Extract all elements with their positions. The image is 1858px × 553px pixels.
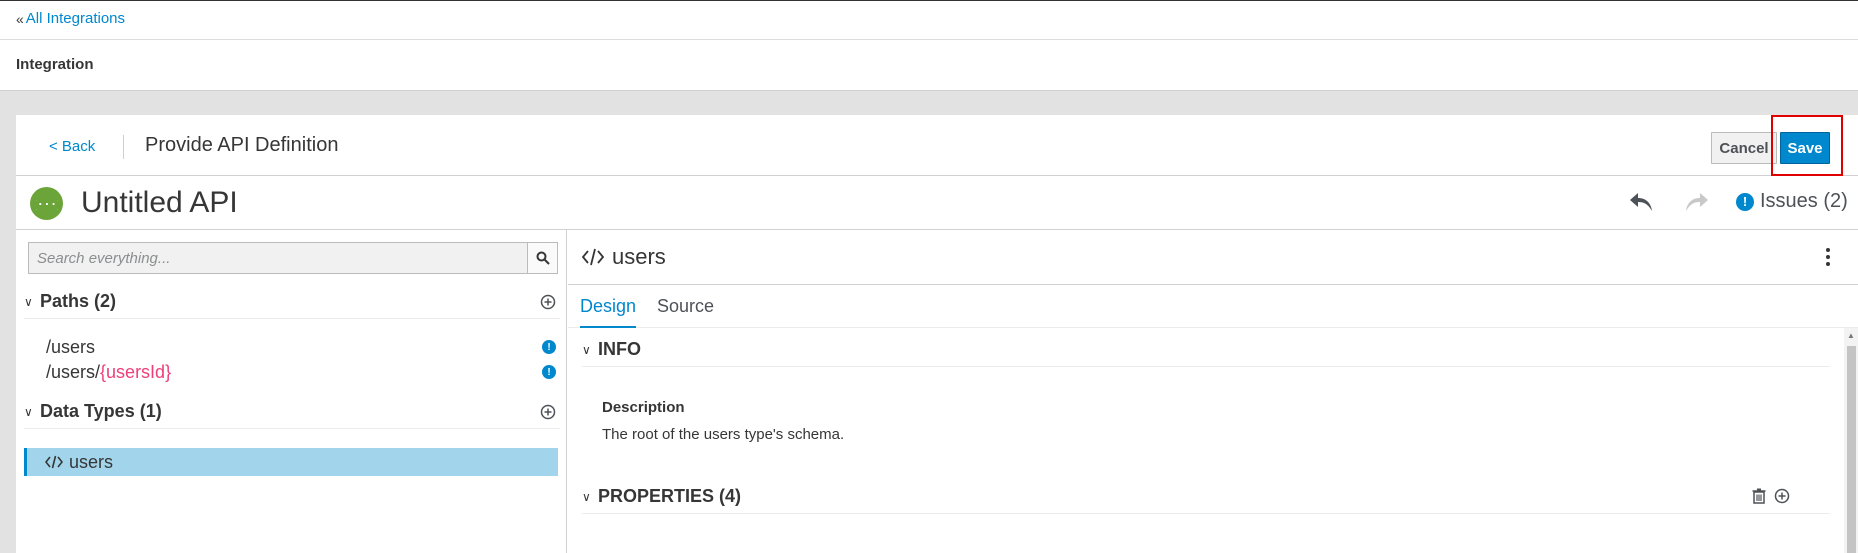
all-integrations-link[interactable]: All Integrations xyxy=(26,10,125,27)
step-toolbar: < Back Provide API Definition Cancel Sav… xyxy=(16,115,1858,176)
kebab-menu-icon[interactable] xyxy=(1826,248,1830,266)
description-label: Description xyxy=(602,399,685,416)
code-icon xyxy=(45,455,63,469)
exclamation-circle-icon: ! xyxy=(542,340,556,354)
search-input[interactable] xyxy=(29,243,527,273)
editor-header: users xyxy=(568,230,1858,285)
properties-section-header[interactable]: ∨ PROPERTIES (4) xyxy=(582,480,1830,514)
exclamation-circle-icon: ! xyxy=(542,365,556,379)
description-text[interactable]: The root of the users type's schema. xyxy=(602,426,844,443)
top-border xyxy=(0,0,1858,1)
scroll-up-arrow-icon[interactable]: ▲ xyxy=(1847,331,1855,340)
api-title-bar: {···} Untitled API ! Issues (2) xyxy=(16,177,1858,230)
info-section-header[interactable]: ∨ INFO xyxy=(582,333,1830,367)
properties-actions xyxy=(1752,488,1790,504)
tab-design[interactable]: Design xyxy=(580,296,637,328)
header-divider xyxy=(0,39,1858,40)
path-text: /users/ xyxy=(46,362,101,382)
api-title: Untitled API xyxy=(81,186,238,219)
add-property-icon[interactable] xyxy=(1774,488,1790,504)
cancel-button[interactable]: Cancel xyxy=(1711,132,1777,164)
add-datatype-icon[interactable] xyxy=(540,404,556,425)
path-text: /users xyxy=(46,337,96,357)
navigation-sidebar: ∨ Paths (2) /users ! /users/{usersId} ! … xyxy=(16,230,567,553)
datatypes-section-header[interactable]: ∨ Data Types (1) xyxy=(24,395,560,429)
page-title: Integration xyxy=(16,56,94,73)
chevron-down-icon: ∨ xyxy=(24,404,33,419)
chevron-down-icon: ∨ xyxy=(582,342,591,357)
chevron-down-icon: ∨ xyxy=(24,294,33,309)
paths-section-header[interactable]: ∨ Paths (2) xyxy=(24,285,560,319)
double-chevron-left-icon: « xyxy=(16,10,24,27)
editor-title: users xyxy=(612,244,666,269)
back-link[interactable]: < Back xyxy=(49,138,95,155)
info-header-label: INFO xyxy=(598,339,641,359)
breadcrumb[interactable]: « All Integrations xyxy=(16,10,125,27)
editor-tabs: Design Source xyxy=(568,286,1858,328)
exclamation-circle-icon: ! xyxy=(1736,192,1754,211)
datatype-label: users xyxy=(69,451,114,472)
undo-icon[interactable] xyxy=(1628,191,1654,218)
chevron-down-icon: ∨ xyxy=(582,489,591,504)
path-item[interactable]: /users/{usersId} ! xyxy=(46,362,560,386)
scrollbar-thumb[interactable] xyxy=(1847,346,1856,553)
search-button[interactable] xyxy=(527,243,557,273)
add-path-icon[interactable] xyxy=(540,294,556,315)
datatype-item-users[interactable]: users xyxy=(24,448,558,476)
toolbar-separator xyxy=(123,135,124,159)
search-icon xyxy=(536,251,550,265)
code-icon xyxy=(582,248,604,266)
api-editor-card: < Back Provide API Definition Cancel Sav… xyxy=(16,115,1858,553)
properties-header-label: PROPERTIES (4) xyxy=(598,486,742,506)
datatypes-header-label: Data Types (1) xyxy=(40,401,162,421)
redo-icon[interactable] xyxy=(1684,191,1710,218)
editor-pane: users Design Source ∨ INFO Description T… xyxy=(568,230,1858,553)
issues-label: Issues (2) xyxy=(1760,190,1848,212)
save-highlight-box xyxy=(1771,115,1843,176)
paths-header-label: Paths (2) xyxy=(40,291,117,311)
search-box xyxy=(28,242,558,274)
issues-indicator[interactable]: ! Issues (2) xyxy=(1736,190,1848,213)
tab-source[interactable]: Source xyxy=(657,296,714,328)
svg-text:{···}: {···} xyxy=(36,198,58,211)
step-title: Provide API Definition xyxy=(145,134,339,156)
openapi-logo-icon: {···} xyxy=(30,187,63,220)
path-param: {usersId} xyxy=(100,362,172,382)
path-item[interactable]: /users ! xyxy=(46,337,560,361)
trash-icon[interactable] xyxy=(1752,488,1766,504)
